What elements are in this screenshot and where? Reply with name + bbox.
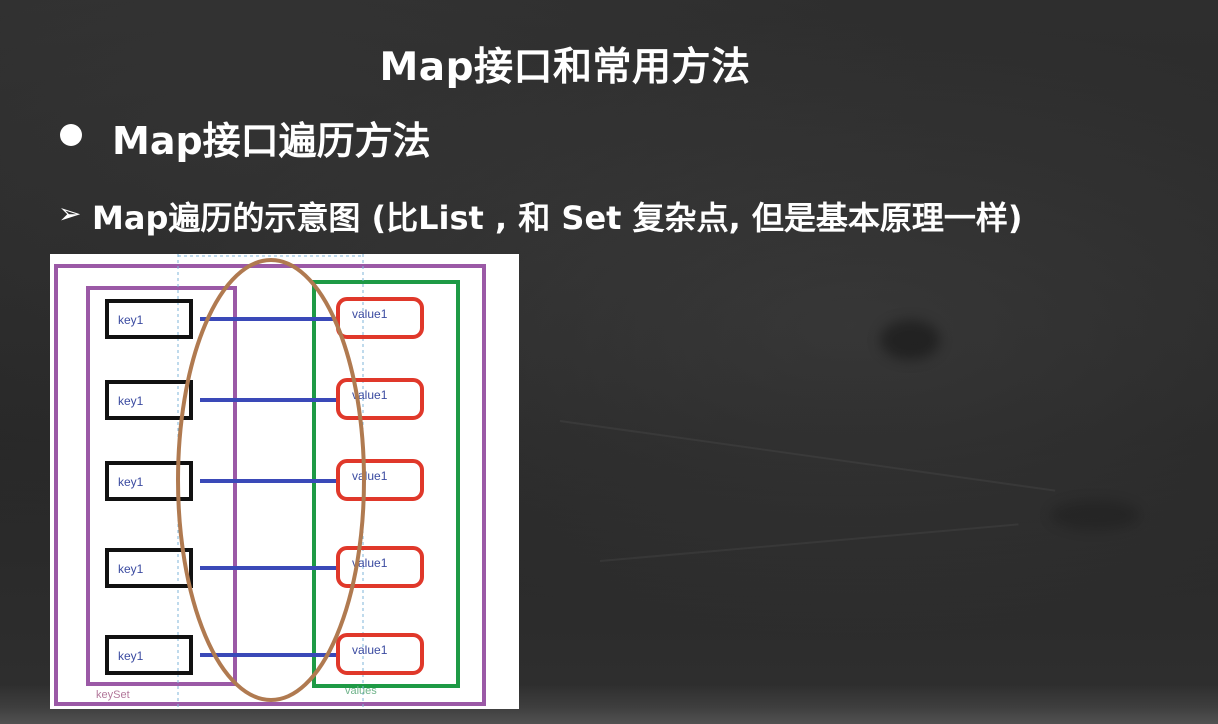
map-entry-row: key1 value1 [105,378,424,420]
values-label: values [345,685,377,697]
keyset-label: keySet [96,689,130,701]
bullet-heading: Map接口遍历方法 [112,119,431,163]
key-label: key1 [118,394,144,408]
map-entry-row: key1 value1 [105,633,424,675]
map-entry-row: key1 value1 [105,546,424,588]
keyset-box [86,286,237,686]
key-label: key1 [118,562,144,576]
values-box [312,280,460,688]
arrow-bullet-icon: ➢ [58,198,82,229]
map-entry-row: key1 value1 [105,297,424,339]
key-label: key1 [118,313,144,327]
slide-title: Map接口和常用方法 [379,45,751,90]
map-traversal-diagram: key1 value1 key1 value1 key1 value1 key1 value1… [50,254,519,709]
value-label: value1 [352,469,388,483]
bullet-dot-icon [60,124,82,146]
value-label: value1 [352,643,388,657]
key-label: key1 [118,475,144,489]
map-entry-row: key1 value1 [105,459,424,501]
key-label: key1 [118,649,144,663]
subheading: Map遍历的示意图 (比List , 和 Set 复杂点, 但是基本原理一样) [92,199,1023,237]
value-label: value1 [352,307,388,321]
